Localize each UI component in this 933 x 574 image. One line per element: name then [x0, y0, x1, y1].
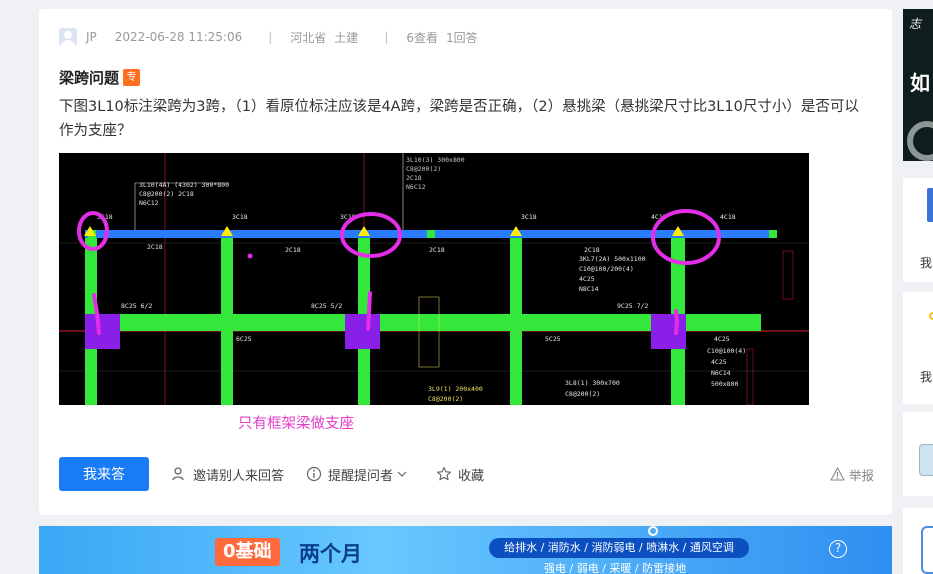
remind-button[interactable]: 提醒提问者: [306, 465, 414, 484]
cad-drawing: 3L10(4A) (4302) 300*800 C8@200(2) 2C18 N…: [59, 153, 809, 405]
sidebar-card-1[interactable]: 我: [903, 178, 933, 282]
remind-label: 提醒提问者: [328, 468, 394, 484]
report-label: 举报: [848, 467, 874, 483]
sidebar-card-4[interactable]: [903, 508, 933, 574]
invite-label: 邀请别人来回答: [193, 468, 285, 484]
question-card: JP 2022-06-28 11:25:06 | 河北省 土建 | 6查看 1回…: [39, 9, 892, 515]
top-bar-label: 3C18: [521, 213, 537, 221]
bottom-bar-label: 2C18: [147, 243, 163, 251]
right-spec-3: 4C25: [579, 275, 595, 283]
warning-icon: [830, 467, 845, 481]
top-right-spec-1: 3L10(3) 300x800: [406, 156, 465, 164]
sidebar-card-icon: [927, 188, 933, 222]
mid-label: 8C25 6/2: [121, 302, 152, 310]
carousel-dot[interactable]: [648, 526, 658, 536]
view-count: 6查看: [406, 30, 438, 45]
separator: |: [384, 30, 389, 44]
collect-button[interactable]: 收藏: [436, 465, 484, 484]
sidebar-card-label: 我: [920, 256, 933, 270]
question-title: 梁跨问题: [59, 69, 120, 87]
top-right-spec-3: 2C18: [406, 174, 422, 182]
beam-spec-3: N6C12: [139, 199, 159, 207]
lower-right-spec-4: 500x800: [711, 380, 738, 388]
lower-right-spec-2: 4C25: [711, 358, 727, 366]
top-bar-label: 3C18: [232, 213, 248, 221]
sidebar-ad-title: 志: [909, 17, 922, 31]
category: 土建: [334, 30, 359, 45]
banner-majors-1: 给排水 / 消防水 / 消防弱电 / 喷淋水 / 通风空调: [489, 538, 749, 558]
help-icon[interactable]: ?: [829, 540, 847, 558]
sidebar-card-2[interactable]: 我: [903, 292, 933, 404]
bottom-bar-label: 2C18: [584, 246, 600, 254]
bottom-spec-4: C8@200(2): [565, 390, 600, 398]
separator: |: [268, 30, 273, 44]
avatar[interactable]: [59, 28, 77, 46]
post-datetime: 2022-06-28 11:25:06: [114, 30, 243, 44]
province: 河北省: [290, 30, 327, 45]
answer-button[interactable]: 我来答: [59, 457, 149, 491]
expert-tag: 专: [123, 69, 141, 86]
beam-spec-2: C8@200(2) 2C18: [139, 190, 194, 198]
right-spec-2: C10@100/200(4): [579, 265, 634, 273]
action-bar: 我来答 邀请别人来回答 提醒提问者 收藏 举报: [59, 457, 874, 491]
sidebar-card-icon: [919, 444, 933, 476]
mid-label: 6C25: [236, 335, 252, 343]
info-icon: [306, 466, 322, 482]
mid-label: 4C25: [714, 335, 730, 343]
invite-button[interactable]: 邀请别人来回答: [171, 465, 284, 484]
sidebar-card-icon: [921, 526, 933, 574]
coil-image: [907, 121, 933, 161]
star-icon: [436, 466, 452, 481]
mid-label: 9C25 7/2: [617, 302, 648, 310]
report-button[interactable]: 举报: [830, 465, 874, 484]
top-bar-label: 4C18: [720, 213, 736, 221]
banner-majors-2: 强电 / 弱电 / 采暖 / 防雷接地: [544, 562, 687, 574]
chevron-down-icon: [397, 471, 407, 477]
sidebar-ad[interactable]: 志 如: [903, 9, 933, 161]
right-spec-1: 3KL7(2A) 500x1100: [579, 255, 646, 263]
mid-label: 5C25: [545, 335, 561, 343]
question-body: 下图3L10标注梁跨为3跨，（1）看原位标注应该是4A跨，梁跨是否正确，（2）悬…: [59, 99, 859, 139]
sidebar-ad-text: 如: [910, 71, 930, 95]
sidebar-card-3[interactable]: [903, 412, 933, 496]
top-right-spec-4: N6C12: [406, 183, 426, 191]
bottom-spec-2: C8@200(2): [428, 395, 463, 403]
title-row: 梁跨问题 专: [59, 67, 141, 88]
user-name[interactable]: JP: [86, 30, 97, 44]
bottom-bar-label: 2C18: [285, 246, 301, 254]
lower-right-spec-1: C10@100(4): [707, 347, 746, 355]
sidebar-card-icon: [929, 312, 933, 320]
bottom-spec-3: 3L8(1) 300x700: [565, 379, 620, 387]
question-image[interactable]: 3L10(4A) (4302) 300*800 C8@200(2) 2C18 N…: [59, 153, 809, 405]
answer-count: 1回答: [446, 30, 478, 45]
mid-label: 8C25 5/2: [311, 302, 342, 310]
sidebar-card-label: 我: [920, 370, 933, 384]
question-meta: JP 2022-06-28 11:25:06 | 河北省 土建 | 6查看 1回…: [59, 27, 486, 47]
banner-zero-basis: 0基础: [215, 538, 280, 566]
collect-label: 收藏: [458, 468, 485, 484]
bottom-bar-label: 2C18: [429, 246, 445, 254]
user-icon: [172, 467, 184, 481]
right-spec-4: N8C14: [579, 285, 599, 293]
beam-spec-1: 3L10(4A) (4302) 300*800: [139, 181, 229, 189]
lower-right-spec-3: N6C14: [711, 369, 731, 377]
ad-banner[interactable]: 0基础 两个月 给排水 / 消防水 / 消防弱电 / 喷淋水 / 通风空调 强电…: [39, 526, 892, 574]
top-right-spec-2: C8@200(2): [406, 165, 441, 173]
bottom-spec-1: 3L9(1) 200x400: [428, 385, 483, 393]
figure-caption: 只有框架梁做支座: [238, 416, 354, 432]
banner-two-months: 两个月: [299, 542, 362, 566]
